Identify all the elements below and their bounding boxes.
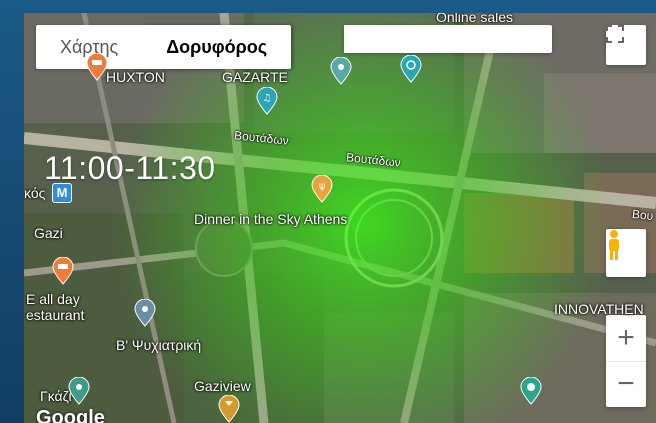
place-pin-icon[interactable] (134, 299, 156, 327)
music-pin-icon[interactable]: ♫ (256, 87, 278, 115)
satellite-map[interactable]: Χάρτης Δορυφόρος + − 11:00-11:30 Dinner … (24, 13, 656, 423)
restaurant-pin-icon[interactable] (52, 257, 74, 285)
poi-online-sales-label: Online sales (436, 13, 514, 25)
zoom-out-button[interactable]: − (606, 362, 646, 408)
google-logo: Google (36, 407, 105, 423)
poi-psychiatriki-label: Β' Ψυχιατρική (116, 337, 202, 353)
poi-kos-label: κός (24, 185, 46, 201)
shopping-pin-icon[interactable] (400, 55, 422, 83)
pegman-icon (609, 230, 619, 260)
place-pin-icon[interactable] (330, 57, 352, 85)
poi-gkazi-label: Γκάζι (40, 388, 72, 404)
metro-icon[interactable]: M (52, 183, 72, 203)
restaurant-pin-icon[interactable]: ψ (311, 175, 333, 203)
poi-gazarte-label: GAZARTE (222, 69, 288, 85)
street-label: Βου (631, 206, 654, 224)
time-range-label: 11:00-11:30 (44, 150, 216, 186)
zoom-control: + − (606, 315, 646, 407)
bar-pin-icon[interactable] (218, 395, 240, 423)
svg-text:♫: ♫ (263, 93, 272, 104)
pegman-button[interactable] (606, 229, 646, 277)
poi-all-day-label: E all day (26, 291, 80, 307)
restaurant-pin-icon[interactable] (86, 53, 108, 81)
poi-innovathens-label: INNOVATHEN (554, 301, 644, 317)
poi-gaziview-label: Gaziview (194, 378, 251, 394)
poi-huxton-label: HUXTON (106, 69, 165, 85)
poi-dinner-label: Dinner in the Sky Athens (194, 211, 348, 227)
fullscreen-icon (606, 25, 624, 43)
attraction-pin-icon[interactable] (520, 377, 542, 405)
place-pin-icon[interactable] (68, 377, 90, 405)
map-type-selector: Χάρτης Δορυφόρος (36, 25, 292, 69)
fullscreen-button[interactable] (606, 25, 646, 65)
svg-text:ψ: ψ (319, 181, 326, 192)
poi-gazi-label: Gazi (34, 225, 63, 241)
tab-satellite[interactable]: Δορυφόρος (142, 25, 291, 69)
poi-restaurant-label: estaurant (26, 307, 85, 323)
top-bar (344, 25, 552, 53)
zoom-in-button[interactable]: + (606, 315, 646, 362)
